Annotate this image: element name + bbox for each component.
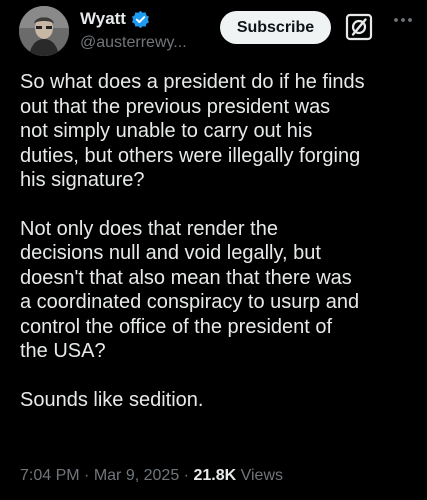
avatar[interactable] [19,6,69,56]
post-date[interactable]: Mar 9, 2025 [94,467,179,484]
post-paragraph: Not only does that render the decisions … [20,217,360,363]
more-icon [394,18,412,22]
author-handle[interactable]: @austerrewy... [80,32,187,54]
verified-badge-icon [131,10,150,29]
views-count: 21.8K [193,467,237,484]
grok-icon [345,13,373,41]
post-text: So what does a president do if he finds … [20,70,418,412]
meta-separator: · [183,467,189,484]
post-paragraph: Sounds like sedition. [20,388,204,411]
grok-button[interactable] [343,11,375,43]
more-options-button[interactable] [388,10,418,30]
post-paragraph: So what does a president do if he finds … [20,71,365,191]
post: Wyatt @austerrewy... Subscribe So what d… [0,0,427,500]
meta-separator: · [84,467,90,484]
name-row: Wyatt [80,8,150,30]
subscribe-button[interactable]: Subscribe [220,11,331,44]
post-header: Wyatt @austerrewy... Subscribe [0,0,427,64]
views-label: Views [240,467,283,484]
post-meta: 7:04 PM · Mar 9, 2025 · 21.8K Views [20,466,283,486]
profile-photo-icon [19,6,69,56]
post-time[interactable]: 7:04 PM [20,467,80,484]
display-name[interactable]: Wyatt [80,8,126,30]
